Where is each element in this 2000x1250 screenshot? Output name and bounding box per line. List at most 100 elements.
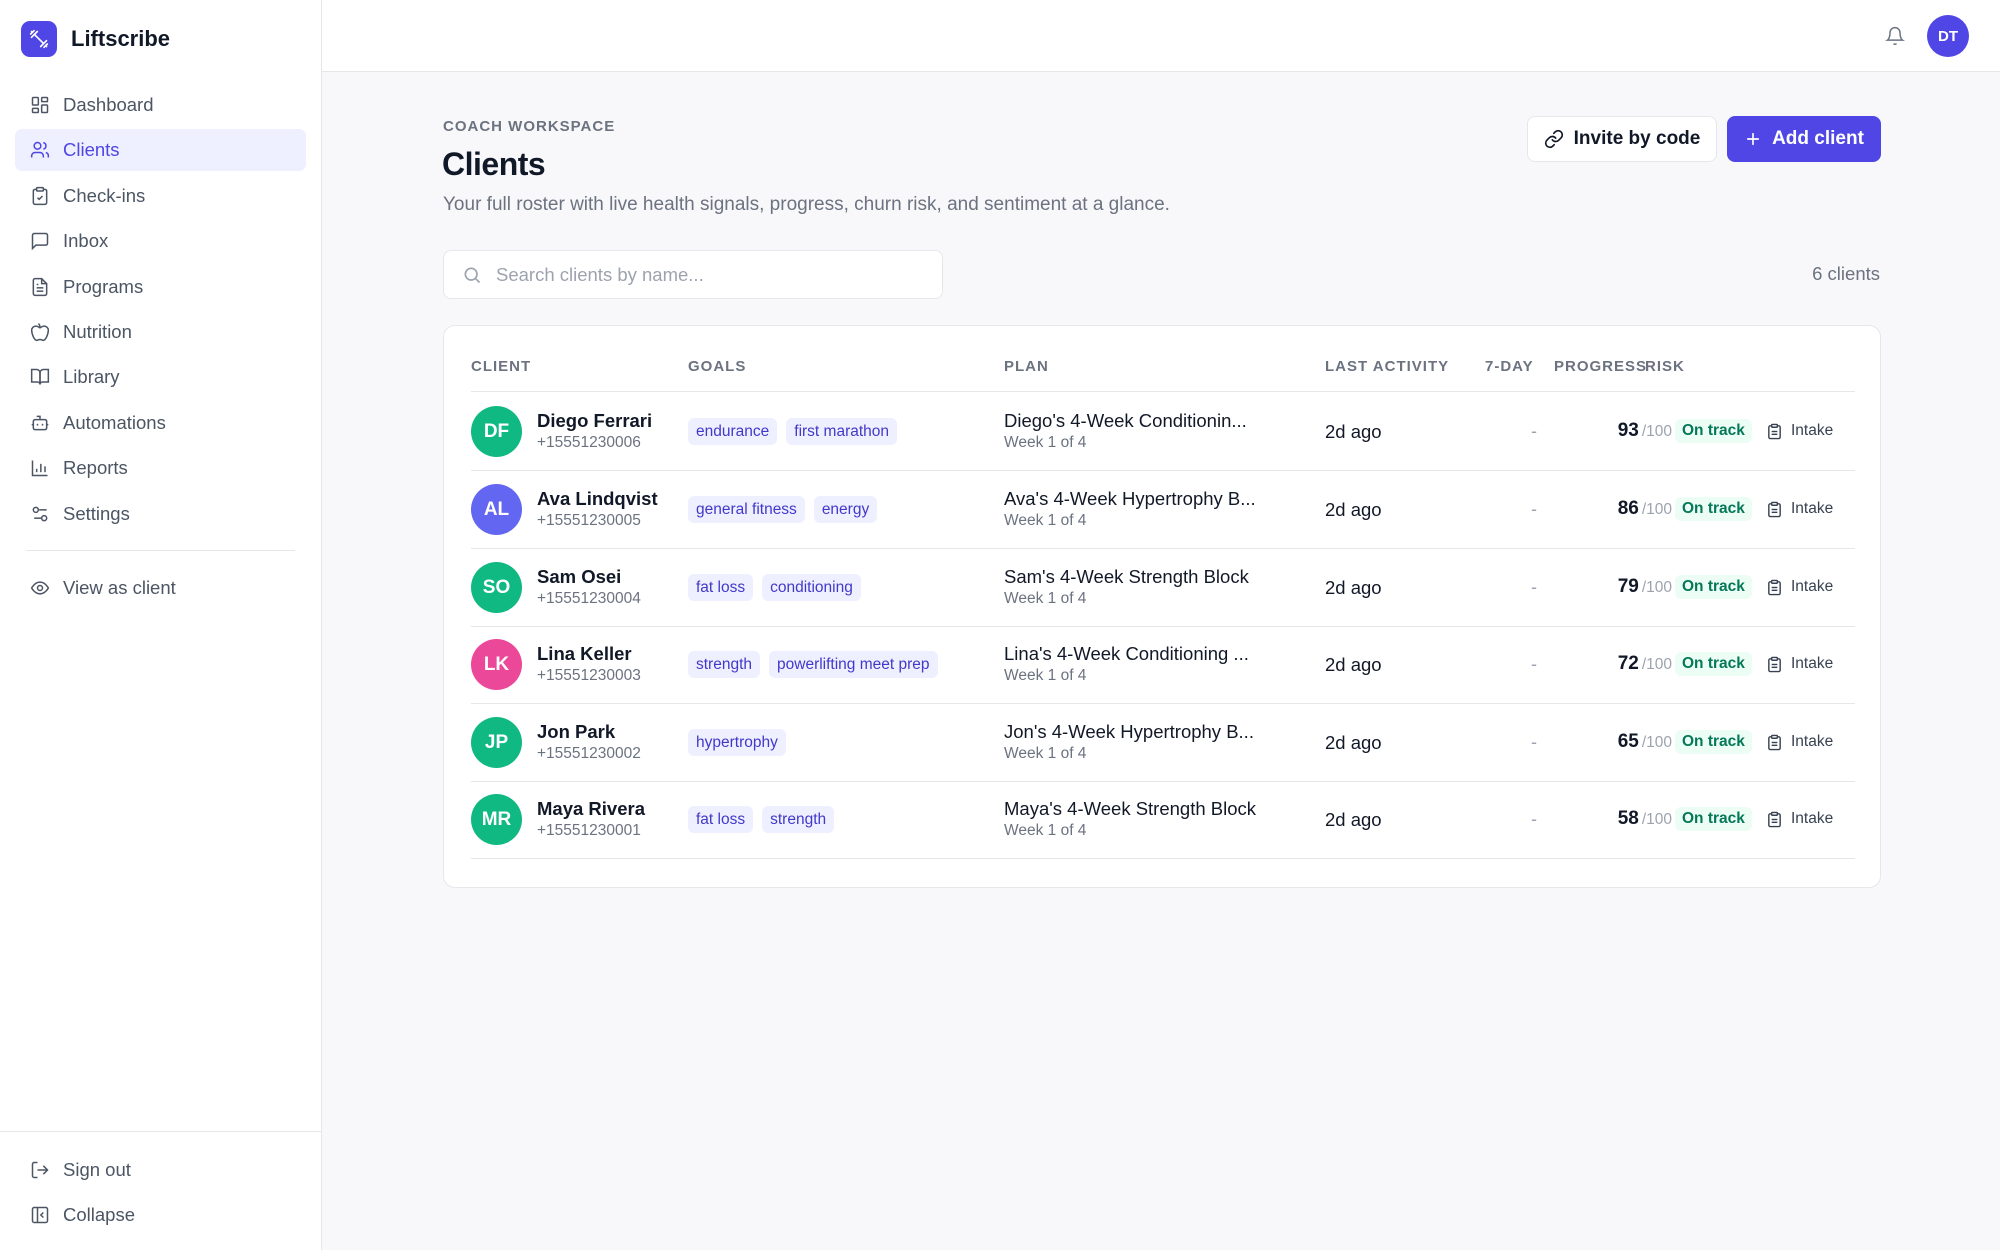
clipboard-icon <box>1766 501 1783 518</box>
sidebar-item-label: Programs <box>63 275 144 297</box>
column-header-last-activity[interactable]: LAST ACTIVITY <box>1325 358 1449 375</box>
table-row[interactable]: DF Diego Ferrari +15551230006 endurance … <box>471 393 1855 471</box>
client-name[interactable]: Maya Rivera <box>537 798 645 820</box>
sidebar-item-check-ins[interactable]: Check-ins <box>15 175 306 217</box>
goal-tags: endurance first marathon <box>688 418 898 445</box>
progress-value: 79 <box>1617 576 1639 597</box>
progress-score: 65/100 <box>1572 731 1672 753</box>
intake-button[interactable]: Intake <box>1766 574 1833 600</box>
seven-day-value: - <box>1531 809 1537 829</box>
link-icon <box>1544 129 1564 149</box>
bar-chart-icon <box>29 457 51 479</box>
client-name[interactable]: Sam Osei <box>537 566 621 588</box>
client-name[interactable]: Ava Lindqvist <box>537 488 658 510</box>
risk-badge: On track <box>1675 419 1752 443</box>
intake-button[interactable]: Intake <box>1766 496 1833 522</box>
plan-name: Ava's 4-Week Hypertrophy B... <box>1004 488 1256 509</box>
intake-button[interactable]: Intake <box>1766 806 1833 832</box>
seven-day-value: - <box>1531 732 1537 752</box>
clipboard-icon <box>1766 811 1783 828</box>
progress-max: /100 <box>1641 423 1672 440</box>
table-row[interactable]: JP Jon Park +15551230002 hypertrophy Jon… <box>471 704 1855 782</box>
column-header-7-day[interactable]: 7-DAY <box>1485 358 1534 375</box>
intake-button[interactable]: Intake <box>1766 729 1833 755</box>
seven-day-value: - <box>1531 654 1537 674</box>
client-name[interactable]: Lina Keller <box>537 643 632 665</box>
column-header-risk[interactable]: RISK <box>1645 358 1685 375</box>
sidebar-item-label: Reports <box>63 457 128 479</box>
user-avatar[interactable]: DT <box>1927 15 1969 57</box>
sidebar-item-clients[interactable]: Clients <box>15 129 306 172</box>
goal-tag: general fitness <box>688 496 805 523</box>
sidebar-nav: Dashboard Clients Check-ins Inbox Progra… <box>15 84 306 538</box>
plan-week: Week 1 of 4 <box>1004 822 1087 839</box>
bot-icon <box>29 412 51 434</box>
sidebar-item-label: Settings <box>63 502 130 524</box>
sign-out-label: Sign out <box>63 1159 131 1180</box>
sidebar-item-nutrition[interactable]: Nutrition <box>15 311 306 353</box>
client-phone: +15551230002 <box>537 745 641 762</box>
progress-score: 79/100 <box>1572 576 1672 598</box>
progress-score: 58/100 <box>1572 808 1672 830</box>
progress-max: /100 <box>1641 734 1672 751</box>
column-header-client[interactable]: CLIENT <box>471 358 531 375</box>
table-row[interactable]: AL Ava Lindqvist +15551230005 general fi… <box>471 471 1855 549</box>
client-phone: +15551230006 <box>537 434 641 451</box>
search-icon <box>462 265 482 285</box>
sidebar-item-label: Library <box>63 366 120 388</box>
avatar: LK <box>471 639 522 690</box>
sidebar-item-programs[interactable]: Programs <box>15 266 306 308</box>
eye-icon <box>29 577 51 599</box>
sidebar-item-inbox[interactable]: Inbox <box>15 220 306 262</box>
table-row[interactable]: MR Maya Rivera +15551230001 fat loss str… <box>471 781 1855 859</box>
search-input[interactable] <box>496 263 916 286</box>
progress-max: /100 <box>1641 811 1672 828</box>
table-row[interactable]: LK Lina Keller +15551230003 strength pow… <box>471 626 1855 704</box>
add-client-button[interactable]: Add client <box>1727 116 1881 162</box>
message-icon <box>29 230 51 252</box>
intake-label: Intake <box>1791 578 1834 595</box>
sidebar-item-label: Automations <box>63 411 166 433</box>
intake-button[interactable]: Intake <box>1766 651 1833 677</box>
intake-label: Intake <box>1791 810 1834 827</box>
client-name[interactable]: Jon Park <box>537 721 615 743</box>
goal-tags: general fitness energy <box>688 496 878 523</box>
view-as-client-button[interactable]: View as client <box>15 567 306 609</box>
invite-by-code-label: Invite by code <box>1573 128 1701 149</box>
plan-week: Week 1 of 4 <box>1004 434 1087 451</box>
log-out-icon <box>29 1159 51 1181</box>
clipboard-icon <box>1766 579 1783 596</box>
last-activity: 2d ago <box>1325 577 1382 598</box>
invite-by-code-button[interactable]: Invite by code <box>1527 116 1717 162</box>
plan-name: Lina's 4-Week Conditioning ... <box>1004 643 1249 664</box>
sliders-icon <box>29 503 51 525</box>
intake-button[interactable]: Intake <box>1766 418 1833 444</box>
brand[interactable]: Liftscribe <box>21 20 170 58</box>
sign-out-button[interactable]: Sign out <box>15 1149 306 1191</box>
plan-week: Week 1 of 4 <box>1004 745 1087 762</box>
clients-table: CLIENT GOALS PLAN LAST ACTIVITY 7-DAY PR… <box>443 325 1881 888</box>
sidebar-item-automations[interactable]: Automations <box>15 402 306 444</box>
progress-value: 65 <box>1617 731 1639 752</box>
sidebar-item-settings[interactable]: Settings <box>15 493 306 535</box>
collapse-button[interactable]: Collapse <box>15 1194 306 1236</box>
last-activity: 2d ago <box>1325 732 1382 753</box>
column-header-plan[interactable]: PLAN <box>1004 358 1049 375</box>
bell-icon[interactable] <box>1883 24 1907 48</box>
client-name[interactable]: Diego Ferrari <box>537 410 652 432</box>
plan-week: Week 1 of 4 <box>1004 667 1087 684</box>
progress-value: 58 <box>1617 808 1639 829</box>
last-activity: 2d ago <box>1325 654 1382 675</box>
sidebar-item-reports[interactable]: Reports <box>15 447 306 489</box>
column-header-progress[interactable]: PROGRESS <box>1554 358 1647 375</box>
goal-tag: hypertrophy <box>688 729 786 756</box>
avatar: MR <box>471 794 522 845</box>
sidebar-item-library[interactable]: Library <box>15 356 306 398</box>
column-header-goals[interactable]: GOALS <box>688 358 746 375</box>
sidebar-item-dashboard[interactable]: Dashboard <box>15 84 306 126</box>
apple-icon <box>29 321 51 343</box>
table-row[interactable]: SO Sam Osei +15551230004 fat loss condit… <box>471 549 1855 627</box>
plan-week: Week 1 of 4 <box>1004 512 1087 529</box>
goal-tag: fat loss <box>688 574 754 601</box>
sidebar-bottom-divider <box>0 1131 322 1132</box>
